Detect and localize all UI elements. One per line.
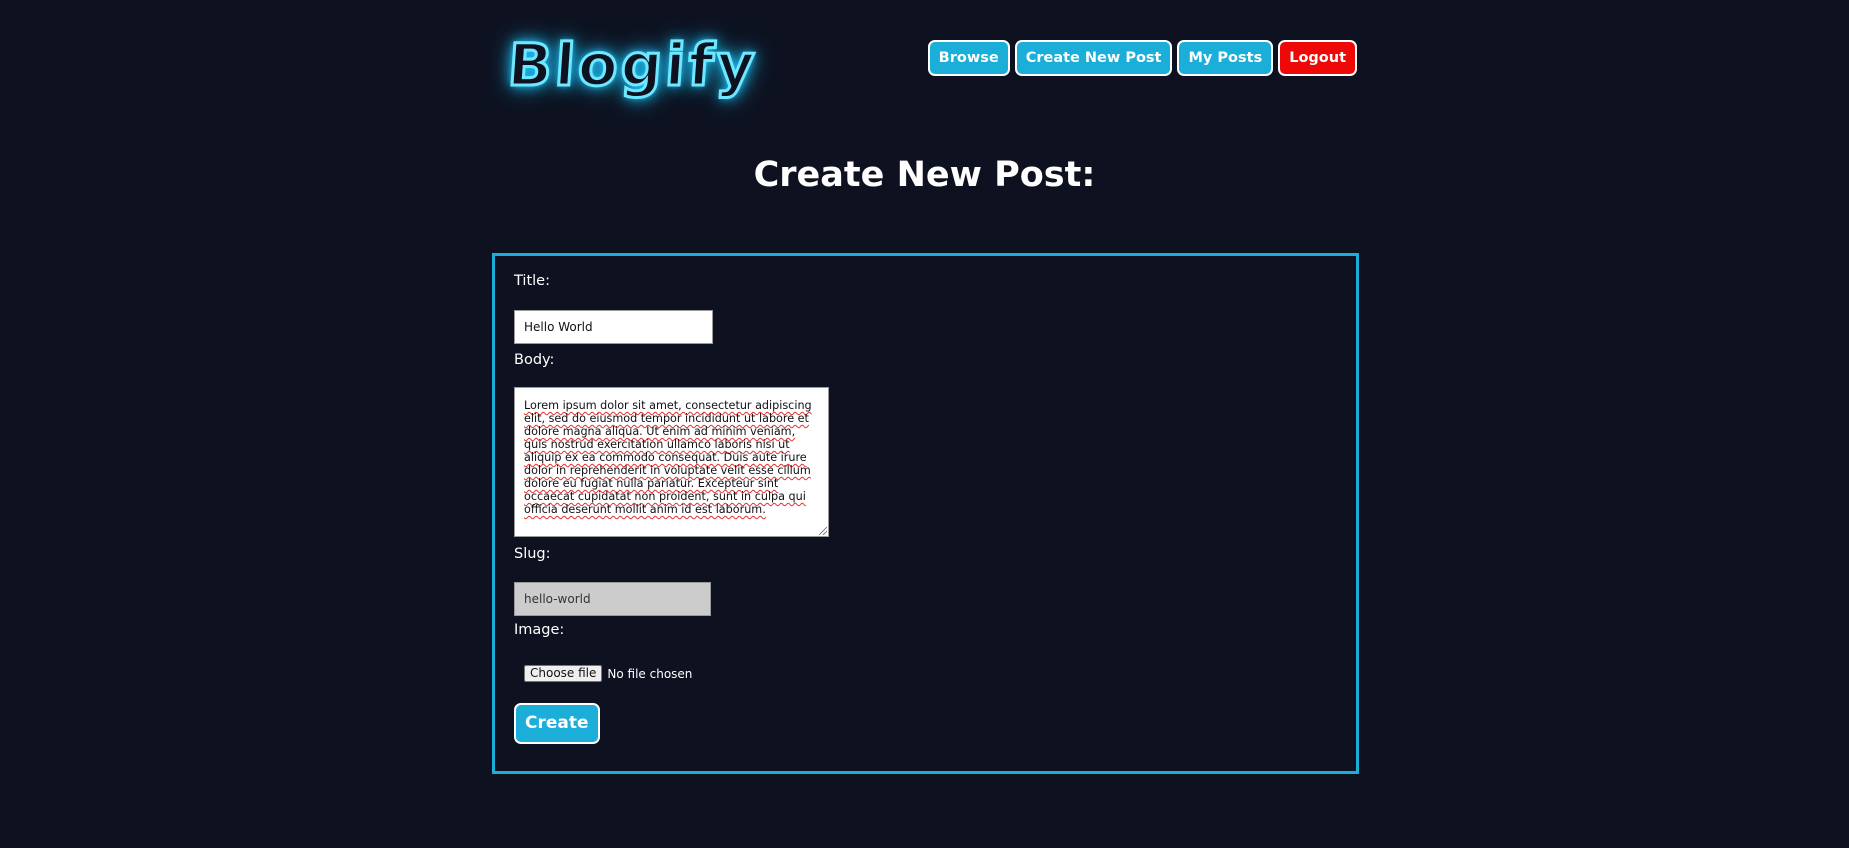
title-input[interactable]: Hello World <box>514 310 713 344</box>
image-label: Image: <box>514 622 565 638</box>
create-button[interactable]: Create <box>514 703 600 744</box>
create-post-form: Title: Hello World Body: Lorem ipsum dol… <box>492 253 1359 774</box>
page: Blogify Browse Create New Post My Posts … <box>0 0 1849 848</box>
logo[interactable]: Blogify <box>504 30 761 101</box>
title-label: Title: <box>514 273 550 289</box>
image-file-input: Choose file No file chosen <box>524 665 692 682</box>
body-textarea[interactable]: Lorem ipsum dolor sit amet, consectetur … <box>514 387 829 537</box>
body-label: Body: <box>514 352 555 368</box>
slug-label: Slug: <box>514 546 551 562</box>
file-status: No file chosen <box>607 666 693 681</box>
browse-button[interactable]: Browse <box>927 40 1010 76</box>
main-nav: Browse Create New Post My Posts Logout <box>927 40 1357 76</box>
my-posts-button[interactable]: My Posts <box>1177 40 1274 76</box>
header: Blogify Browse Create New Post My Posts … <box>492 0 1357 120</box>
logout-button[interactable]: Logout <box>1278 40 1357 76</box>
slug-input[interactable]: hello-world <box>514 582 711 616</box>
page-title: Create New Post: <box>753 155 1096 195</box>
create-new-post-button[interactable]: Create New Post <box>1014 40 1173 76</box>
resize-handle-icon[interactable] <box>819 527 827 535</box>
choose-file-button[interactable]: Choose file <box>524 665 603 682</box>
body-text: Lorem ipsum dolor sit amet, consectetur … <box>524 399 812 516</box>
